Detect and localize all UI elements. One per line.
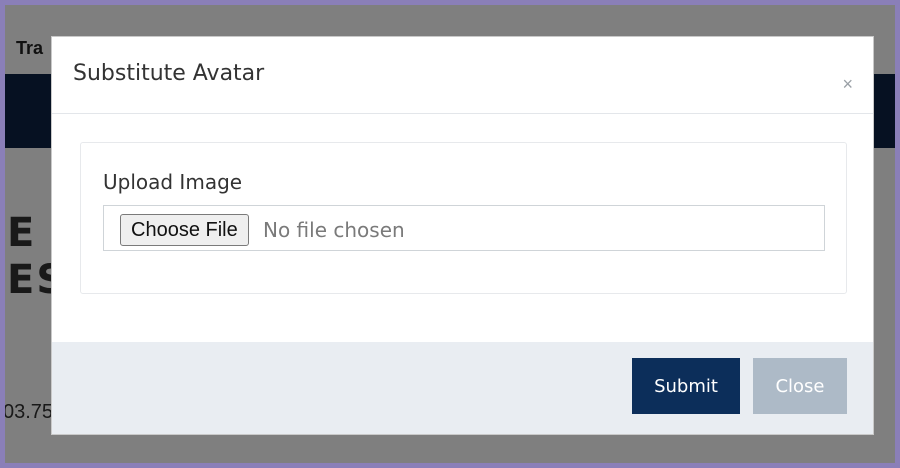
choose-file-button[interactable]: Choose File xyxy=(120,214,249,246)
modal-header: Substitute Avatar × xyxy=(52,37,873,114)
close-icon[interactable]: × xyxy=(842,75,853,93)
submit-button[interactable]: Submit xyxy=(632,358,740,414)
close-button[interactable]: Close xyxy=(753,358,847,414)
modal-body: Upload Image Choose File No file chosen xyxy=(52,114,873,344)
modal-footer: Submit Close xyxy=(52,342,873,434)
file-input-field[interactable]: Choose File No file chosen xyxy=(103,205,825,251)
upload-card: Upload Image Choose File No file chosen xyxy=(80,142,847,294)
upload-image-label: Upload Image xyxy=(103,170,243,194)
modal-title: Substitute Avatar xyxy=(73,61,265,86)
file-status-text: No file chosen xyxy=(263,218,405,242)
substitute-avatar-modal: Substitute Avatar × Upload Image Choose … xyxy=(51,36,874,435)
